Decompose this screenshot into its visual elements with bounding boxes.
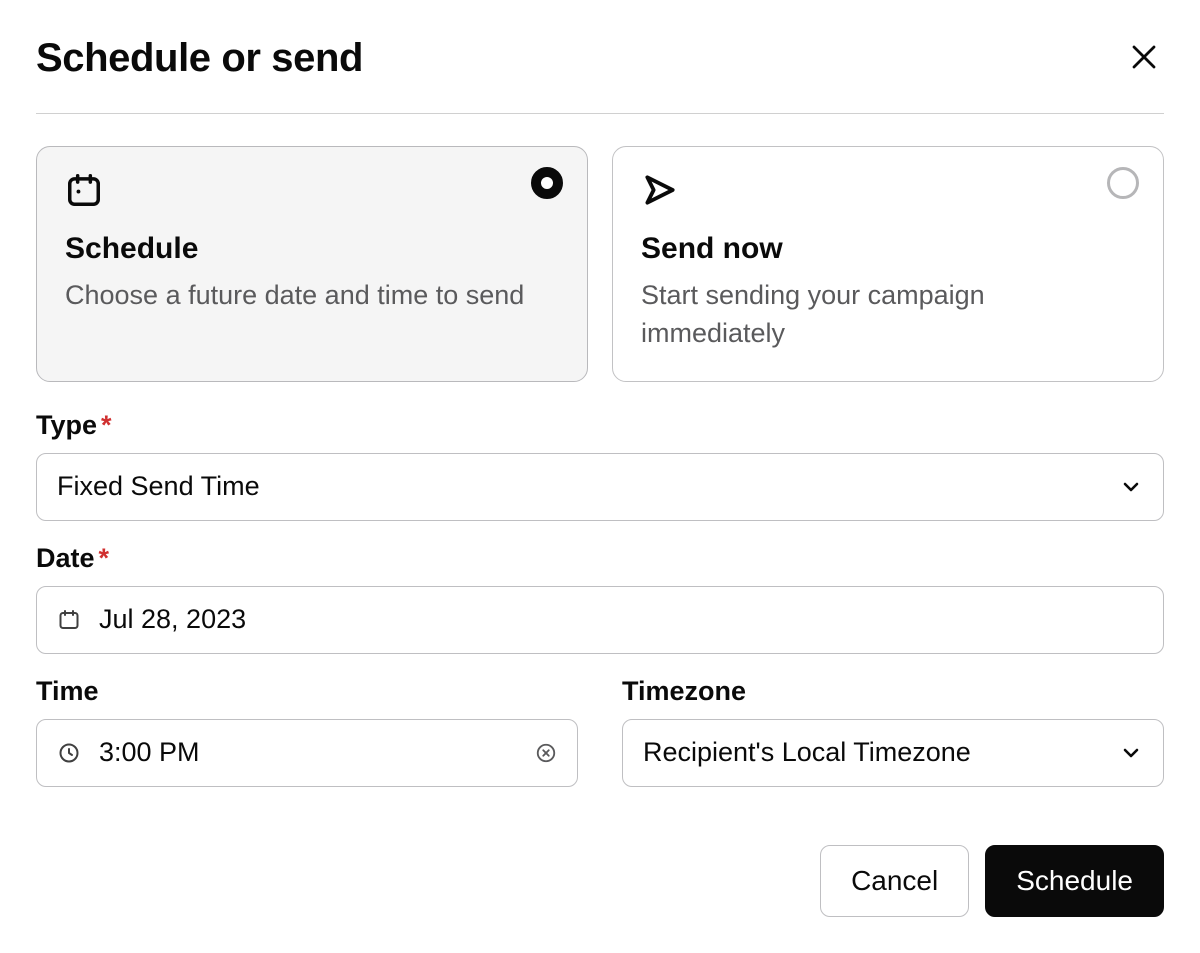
radio-unselected-icon: [1107, 167, 1139, 199]
timezone-label: Timezone: [622, 676, 1164, 707]
type-value: Fixed Send Time: [57, 471, 1119, 502]
time-value: 3:00 PM: [99, 737, 535, 768]
option-send-now-description: Start sending your campaign immediately: [641, 276, 1135, 353]
date-label: Date*: [36, 543, 1164, 574]
type-select[interactable]: Fixed Send Time: [36, 453, 1164, 521]
option-send-now-card[interactable]: Send now Start sending your campaign imm…: [612, 146, 1164, 382]
close-button[interactable]: [1124, 39, 1164, 79]
clear-icon[interactable]: [535, 742, 557, 764]
option-schedule-card[interactable]: Schedule Choose a future date and time t…: [36, 146, 588, 382]
chevron-down-icon: [1119, 741, 1143, 765]
date-input[interactable]: Jul 28, 2023: [36, 586, 1164, 654]
timezone-value: Recipient's Local Timezone: [643, 737, 1119, 768]
required-mark: *: [99, 543, 110, 573]
time-input[interactable]: 3:00 PM: [36, 719, 578, 787]
cancel-button[interactable]: Cancel: [820, 845, 969, 917]
radio-selected-icon: [531, 167, 563, 199]
timezone-select[interactable]: Recipient's Local Timezone: [622, 719, 1164, 787]
required-mark: *: [101, 410, 112, 440]
option-schedule-description: Choose a future date and time to send: [65, 276, 559, 314]
dialog-title: Schedule or send: [36, 36, 363, 81]
option-send-now-title: Send now: [641, 232, 1135, 266]
clock-icon: [57, 741, 81, 765]
date-value: Jul 28, 2023: [99, 604, 1143, 635]
calendar-icon: [65, 171, 559, 214]
chevron-down-icon: [1119, 475, 1143, 499]
send-icon: [641, 171, 1135, 214]
calendar-small-icon: [57, 608, 81, 632]
time-label: Time: [36, 676, 578, 707]
close-icon: [1129, 42, 1159, 75]
schedule-button[interactable]: Schedule: [985, 845, 1164, 917]
option-schedule-title: Schedule: [65, 232, 559, 266]
type-label: Type*: [36, 410, 1164, 441]
